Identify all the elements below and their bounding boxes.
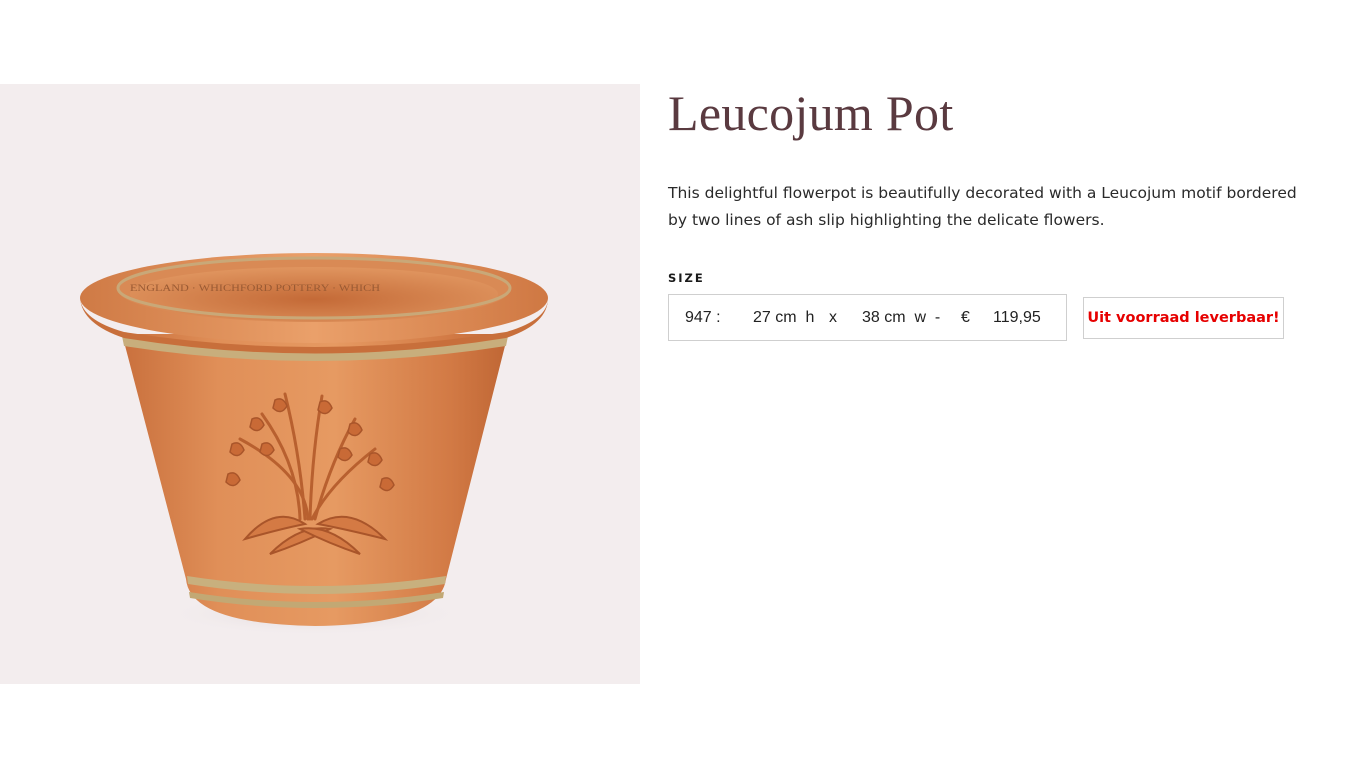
product-image: ENGLAND · WHICHFORD POTTERY · WHICH [0, 84, 640, 684]
price-value: 119,95 [993, 308, 1041, 326]
size-label: SIZE [668, 271, 705, 285]
stock-status-badge: Uit voorraad leverbaar! [1083, 297, 1284, 339]
rim-text: ENGLAND · WHICHFORD POTTERY · WHICH [130, 283, 381, 293]
size-select[interactable]: 947 : 27 cm h x 38 cm w - € 119,95 [668, 294, 1067, 341]
flowerpot-illustration: ENGLAND · WHICHFORD POTTERY · WHICH [80, 253, 548, 636]
size-height: 27 cm h [753, 308, 815, 326]
size-width: 38 cm w - [862, 308, 941, 326]
size-code: 947 : [685, 308, 721, 326]
size-separator: x [829, 308, 837, 326]
product-title: Leucojum Pot [668, 85, 954, 141]
product-description: This delightful flowerpot is beautifully… [668, 184, 1297, 229]
price-currency: € [961, 308, 970, 326]
